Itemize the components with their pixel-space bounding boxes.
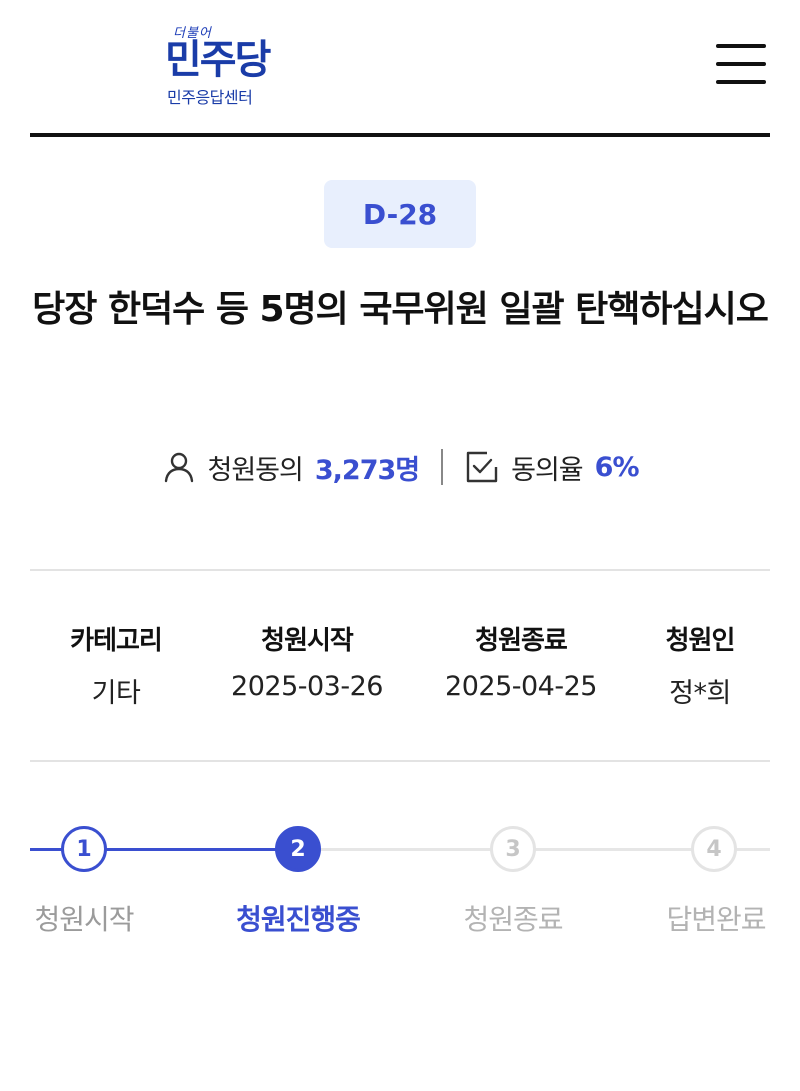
rate-label: 동의율 xyxy=(511,454,584,486)
menu-bar xyxy=(716,62,766,66)
rate-value: 6% xyxy=(594,451,640,483)
header: 더불어 민주당 민주응답센터 xyxy=(0,0,800,138)
info-start-date: 청원시작 2025-03-26 xyxy=(222,620,392,702)
agree-rate-stat: 동의율 6% xyxy=(465,448,640,487)
petition-title: 당장 한덕수 등 5명의 국무위원 일괄 탄핵하십시오 xyxy=(32,289,769,330)
agree-label: 청원동의 xyxy=(207,454,304,486)
step-label: 답변완료 xyxy=(666,903,766,936)
info-value: 정*희 xyxy=(669,678,731,709)
dday-badge: D-28 xyxy=(324,180,476,248)
info-value: 기타 xyxy=(91,678,141,709)
info-petitioner: 청원인 정*희 xyxy=(640,620,760,710)
step-label: 청원종료 xyxy=(463,903,563,936)
checkbox-icon xyxy=(466,451,498,483)
info-value: 2025-04-25 xyxy=(445,671,597,702)
info-category: 카테고리 기타 xyxy=(48,620,184,710)
info-label: 청원인 xyxy=(665,626,736,656)
petition-info: 카테고리 기타 청원시작 2025-03-26 청원종료 2025-04-25 … xyxy=(0,620,800,710)
info-label: 청원종료 xyxy=(475,626,568,656)
logo-sub-text: 민주응답센터 xyxy=(167,88,253,107)
agree-value: 3,273명 xyxy=(314,454,420,486)
step-dot: 2 xyxy=(275,826,321,872)
logo[interactable]: 더불어 민주당 민주응답센터 xyxy=(165,22,285,107)
petition-stats: 청원동의 3,273명 동의율 6% xyxy=(0,445,800,489)
petition-progress: 1 2 3 4 청원시작 청원진행중 청원종료 답변완료 xyxy=(0,820,800,950)
step-dot: 1 xyxy=(61,826,107,872)
user-icon xyxy=(164,452,193,483)
info-label: 청원시작 xyxy=(261,626,354,656)
hamburger-menu-icon[interactable] xyxy=(712,42,768,86)
info-value: 2025-03-26 xyxy=(231,671,383,702)
step-label: 청원진행중 xyxy=(236,903,361,936)
stat-divider xyxy=(441,449,444,485)
step-dot: 3 xyxy=(490,826,536,872)
step-dot: 4 xyxy=(691,826,737,872)
section-divider xyxy=(30,760,770,762)
info-label: 카테고리 xyxy=(70,626,163,656)
info-end-date: 청원종료 2025-04-25 xyxy=(436,620,606,702)
menu-bar xyxy=(716,44,766,48)
section-divider xyxy=(30,569,770,571)
menu-bar xyxy=(716,80,766,84)
logo-main-text: 민주당 xyxy=(165,37,271,83)
step-label: 청원시작 xyxy=(34,903,134,936)
header-divider xyxy=(30,133,770,137)
agree-count-stat: 청원동의 3,273명 xyxy=(162,448,420,487)
